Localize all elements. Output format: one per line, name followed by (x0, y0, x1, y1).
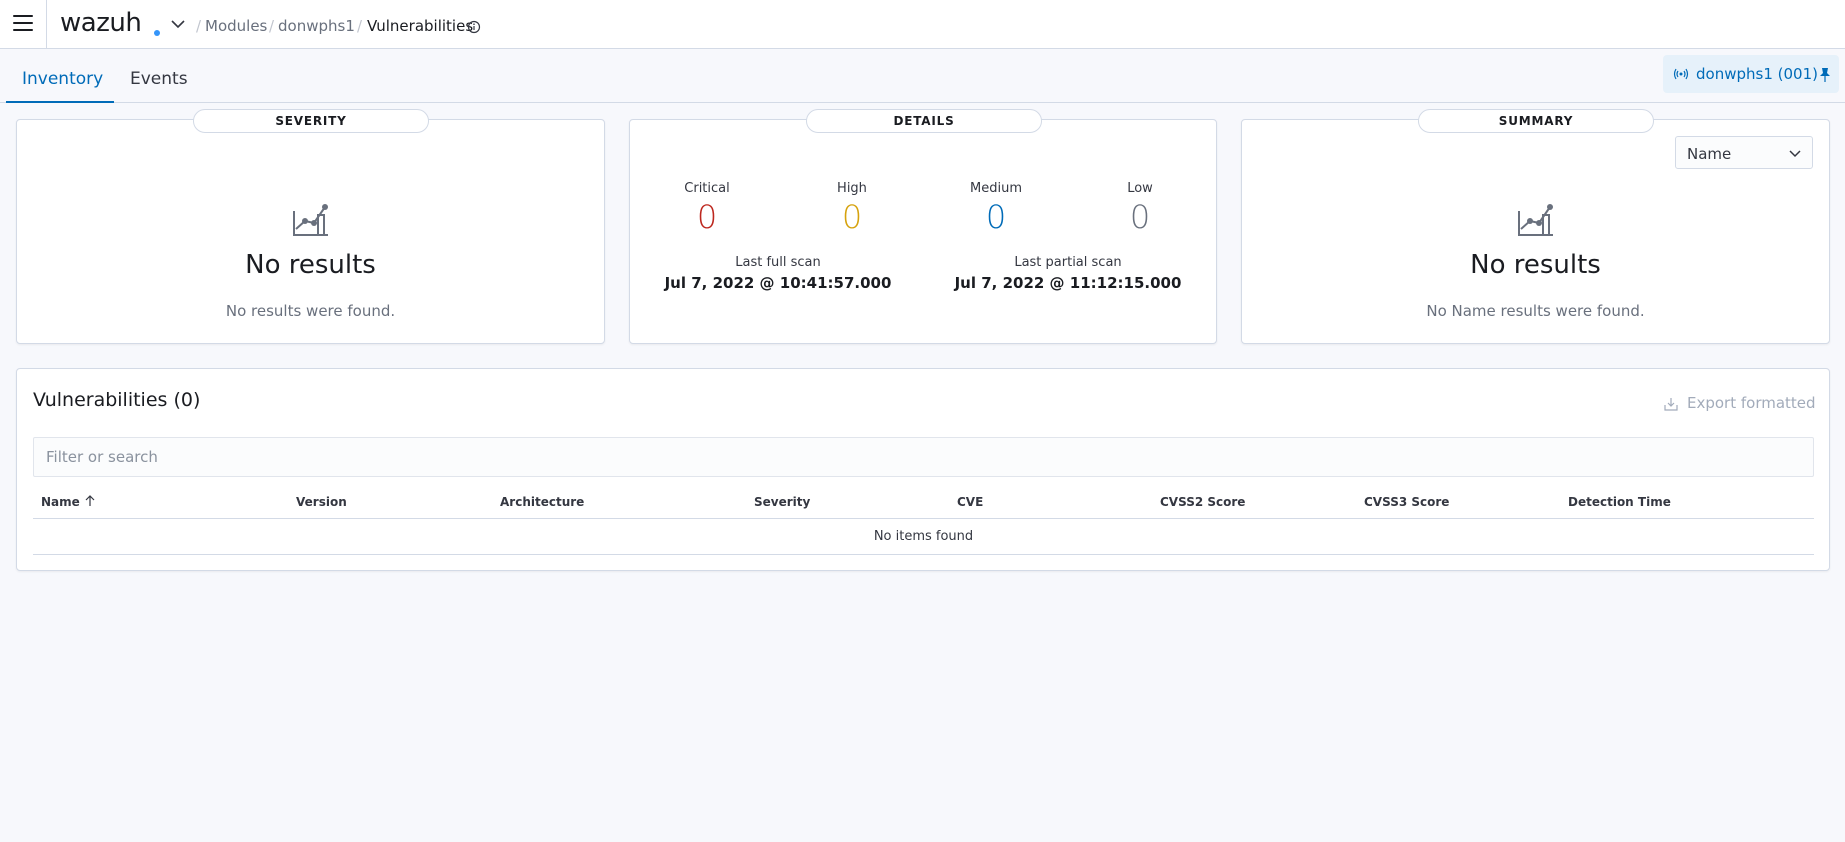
empty-title: No results (245, 250, 376, 280)
column-header-severity[interactable]: Severity (754, 495, 810, 509)
empty-body: No Name results were found. (1426, 302, 1645, 320)
column-header-cvss3-score[interactable]: CVSS3 Score (1364, 495, 1449, 509)
hamburger-menu-icon[interactable] (13, 15, 33, 33)
summary-field-select[interactable]: Name (1675, 136, 1813, 169)
details-panel: DETAILS Critical 0 High 0 Medium 0 Low 0… (629, 109, 1217, 344)
module-tabs: Inventory Events (0, 50, 1845, 103)
column-label: Name (41, 495, 80, 509)
header-divider (46, 0, 47, 49)
tab-inventory[interactable]: Inventory (22, 69, 103, 89)
top-header: wazuh / Modules / donwphs1 / Vulnerabili… (0, 0, 1845, 49)
panel-title: SUMMARY (1418, 109, 1654, 133)
stat-label-critical: Critical (684, 181, 730, 196)
stat-label-medium: Medium (970, 181, 1022, 196)
stat-value-medium: 0 (985, 198, 1007, 236)
stat-label-high: High (837, 181, 867, 196)
stat-label-low: Low (1127, 181, 1153, 196)
breadcrumb-modules[interactable]: Modules (205, 17, 267, 35)
no-items-message: No items found (873, 529, 974, 544)
last-partial-scan-label: Last partial scan (1014, 255, 1122, 270)
chart-empty-icon (1518, 204, 1553, 236)
wazuh-logo[interactable]: wazuh (60, 8, 142, 38)
stat-value-critical: 0 (696, 198, 718, 236)
stat-value-high: 0 (841, 198, 863, 236)
active-tab-indicator (6, 101, 114, 103)
logo-dot (154, 30, 160, 36)
severity-panel: SEVERITY No results No results were foun… (16, 109, 605, 344)
column-header-cve[interactable]: CVE (957, 495, 983, 509)
table-header: Name Version Architecture Severity CVE C… (33, 489, 1814, 519)
breadcrumb-separator: / (196, 17, 202, 35)
last-full-scan-label: Last full scan (735, 255, 821, 270)
antenna-icon (1673, 68, 1689, 80)
filter-search-box (33, 437, 1814, 477)
breadcrumb-separator: / (269, 17, 275, 35)
column-header-detection-time[interactable]: Detection Time (1568, 495, 1671, 509)
panel-title: SEVERITY (193, 109, 429, 133)
breadcrumb-current: Vulnerabilities (367, 17, 474, 35)
column-header-name[interactable]: Name (41, 495, 95, 509)
chevron-down-icon[interactable] (170, 16, 186, 32)
summary-panel: SUMMARY Name No results No Name results … (1241, 109, 1830, 344)
stat-value-low: 0 (1129, 198, 1151, 236)
download-icon (1664, 398, 1678, 411)
empty-body: No results were found. (225, 302, 396, 320)
chart-empty-icon (293, 204, 328, 236)
select-value: Name (1687, 145, 1732, 163)
tab-events[interactable]: Events (130, 69, 188, 89)
last-full-scan-value: Jul 7, 2022 @ 10:41:57.000 (664, 274, 892, 292)
breadcrumb-agent[interactable]: donwphs1 (278, 17, 355, 35)
agent-label: donwphs1 (001) (1696, 65, 1818, 83)
vulnerabilities-title: Vulnerabilities (0) (33, 389, 201, 411)
panel-title: DETAILS (806, 109, 1042, 133)
column-header-cvss2-score[interactable]: CVSS2 Score (1160, 495, 1245, 509)
column-header-architecture[interactable]: Architecture (500, 495, 584, 509)
column-header-version[interactable]: Version (296, 495, 347, 509)
search-input[interactable] (34, 438, 1813, 476)
sort-ascending-icon (85, 495, 95, 506)
last-partial-scan-value: Jul 7, 2022 @ 11:12:15.000 (954, 274, 1182, 292)
chevron-down-icon (1789, 150, 1801, 158)
vulnerabilities-panel: Vulnerabilities (0) Export formatted Nam… (16, 368, 1830, 571)
empty-title: No results (1470, 250, 1601, 280)
export-formatted-button[interactable]: Export formatted (1664, 394, 1824, 414)
breadcrumb-separator: / (357, 17, 363, 35)
export-label: Export formatted (1687, 394, 1816, 412)
info-icon[interactable] (467, 20, 481, 34)
agent-selector-button[interactable]: donwphs1 (001) (1663, 55, 1839, 93)
pin-icon[interactable] (1819, 67, 1831, 82)
table-empty-row: No items found (33, 519, 1814, 555)
